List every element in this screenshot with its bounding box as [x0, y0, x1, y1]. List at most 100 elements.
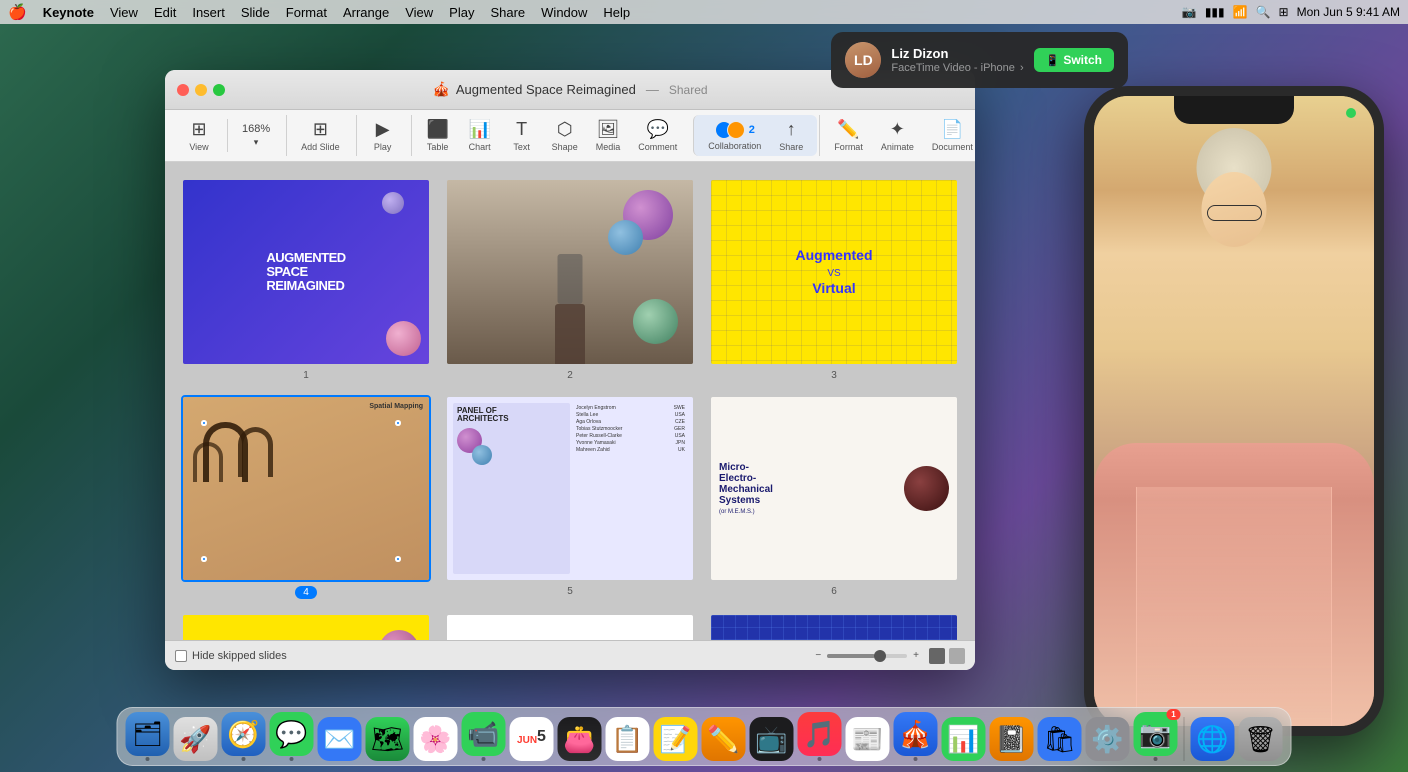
keynote-window: 🎪 Augmented Space Reimagined — Shared ⊞ … — [165, 70, 975, 670]
notes-icon: 📝 — [654, 717, 698, 761]
switch-button[interactable]: Switch — [1034, 48, 1114, 72]
dock-music[interactable]: 🎵 — [798, 712, 842, 761]
dock-appstore[interactable]: 🛍 — [1038, 717, 1082, 761]
menu-share[interactable]: Share — [482, 5, 533, 20]
toolbar-group-right: ✏️ Format ✦ Animate 📄 Document — [819, 115, 975, 156]
slide-7[interactable]: AUGO 7 — [181, 613, 431, 640]
person-face — [1202, 172, 1267, 247]
menu-slide[interactable]: Slide — [233, 5, 278, 20]
control-center-icon[interactable]: ⊞ — [1279, 5, 1289, 19]
menu-arrange[interactable]: Arrange — [335, 5, 397, 20]
dock-tv[interactable]: 📺 — [750, 717, 794, 761]
add-slide-icon: ⊞ — [313, 119, 328, 140]
menu-file[interactable]: View — [102, 5, 146, 20]
shape-button[interactable]: ⬡ Shape — [544, 115, 586, 156]
menu-insert[interactable]: Insert — [184, 5, 233, 20]
dock-launchpad[interactable]: 🚀 — [174, 717, 218, 761]
dock-maps[interactable]: 🗺 — [366, 717, 410, 761]
add-slide-button[interactable]: ⊞ Add Slide — [293, 115, 348, 156]
dock-facetime[interactable]: 📹 — [462, 712, 506, 761]
dock-news[interactable]: 📰 — [846, 717, 890, 761]
finder-dot — [146, 757, 150, 761]
slide-9[interactable]: PHYSICALAUGMENTEDVIRTUAL 9 — [709, 613, 959, 640]
dock-notes[interactable]: 📝 — [654, 717, 698, 761]
zoom-button[interactable]: 168% ▾ — [234, 119, 278, 152]
worldclock-icon: 🌐 — [1191, 717, 1235, 761]
dock-photos[interactable]: 🌸 — [414, 717, 458, 761]
table-icon: ⬛ — [426, 119, 448, 140]
wifi-icon[interactable]: 📶 — [1233, 5, 1248, 19]
dock-worldclock[interactable]: 🌐 — [1191, 717, 1235, 761]
zoom-minus-icon[interactable]: − — [815, 650, 821, 661]
slide-5[interactable]: PANEL OFARCHITECTS Jocelyn EngstromSWE S… — [445, 395, 695, 600]
maximize-button[interactable] — [213, 84, 225, 96]
dock-finder[interactable]: 🗂 — [126, 712, 170, 761]
dock-facetime2[interactable]: 📷 1 — [1134, 712, 1178, 761]
hide-skipped-checkbox[interactable] — [175, 650, 187, 662]
zoom-thumb[interactable] — [874, 650, 886, 662]
view-button[interactable]: ⊞ View — [179, 115, 219, 156]
dock-pages[interactable]: 📓 — [990, 717, 1034, 761]
minimize-button[interactable] — [195, 84, 207, 96]
format-button[interactable]: ✏️ Format — [826, 115, 871, 156]
dock-sysprefs[interactable]: ⚙️ — [1086, 717, 1130, 761]
document-button[interactable]: 📄 Document — [924, 115, 975, 156]
search-icon[interactable]: 🔍 — [1256, 5, 1271, 19]
slide-4[interactable]: Spatial Mapping 4 — [181, 395, 431, 600]
media-button[interactable]: 🖼 Media — [588, 115, 629, 156]
animate-button[interactable]: ✦ Animate — [873, 115, 922, 156]
dock-calendar[interactable]: JUN 5 — [510, 717, 554, 761]
dock-messages[interactable]: 💬 — [270, 712, 314, 761]
dock-safari[interactable]: 🧭 — [222, 712, 266, 761]
slide-6[interactable]: Micro-Electro-MechanicalSystems (or M.E.… — [709, 395, 959, 600]
close-button[interactable] — [177, 84, 189, 96]
text-button[interactable]: T Text — [502, 115, 542, 156]
play-button[interactable]: ▶ Play — [363, 115, 403, 156]
share-button[interactable]: ↑ Share — [771, 115, 811, 156]
collaboration-button[interactable]: 2 Collaboration — [700, 117, 769, 155]
slide-1[interactable]: AUGMENTEDSPACEREIMAGINED 1 — [181, 178, 431, 381]
facetime-info: Liz Dizon FaceTime Video - iPhone › — [891, 46, 1023, 74]
menu-format[interactable]: Format — [278, 5, 335, 20]
app-name[interactable]: Keynote — [35, 5, 102, 20]
text-icon: T — [516, 119, 527, 140]
menu-view[interactable]: View — [397, 5, 441, 20]
slide-3[interactable]: Augmented VS Virtual 3 — [709, 178, 959, 381]
pages-icon: 📓 — [990, 717, 1034, 761]
clock: Mon Jun 5 9:41 AM — [1297, 5, 1400, 19]
slide-8[interactable]: Layers of Augmentation PHYSICALAUGM — [445, 613, 695, 640]
menu-help[interactable]: Help — [595, 5, 638, 20]
animate-icon: ✦ — [890, 119, 905, 140]
safari-icon: 🧭 — [222, 712, 266, 756]
dock-mail[interactable]: ✉️ — [318, 717, 362, 761]
menu-edit[interactable]: Edit — [146, 5, 184, 20]
zoom-plus-icon[interactable]: + — [913, 650, 919, 661]
dock-keynote[interactable]: 🎪 — [894, 712, 938, 761]
dock-freeform[interactable]: ✏️ — [702, 717, 746, 761]
slides-grid: AUGMENTEDSPACEREIMAGINED 1 — [165, 162, 975, 640]
dock-reminders[interactable]: 📋 — [606, 717, 650, 761]
zoom-slider[interactable]: − + — [815, 650, 919, 661]
toolbar-group-collaboration: 2 Collaboration ↑ Share — [693, 115, 817, 156]
camera-icon[interactable]: 📷 — [1182, 5, 1197, 19]
dock-wallet[interactable]: 👛 — [558, 717, 602, 761]
slide-6-number: 6 — [831, 586, 837, 597]
table-button[interactable]: ⬛ Table — [418, 115, 458, 156]
facetime-avatar: LD — [845, 42, 881, 78]
menu-play[interactable]: Play — [441, 5, 482, 20]
chart-button[interactable]: 📊 Chart — [460, 115, 500, 156]
document-icon: 📄 — [941, 119, 963, 140]
zoom-track[interactable] — [827, 654, 907, 658]
menu-window[interactable]: Window — [533, 5, 595, 20]
hide-skipped-slides[interactable]: Hide skipped slides — [175, 650, 287, 662]
list-view-button[interactable] — [949, 648, 965, 664]
dock-trash[interactable]: 🗑 — [1239, 717, 1283, 761]
apple-menu[interactable]: 🍎 — [8, 3, 27, 21]
toolbar-group-insert: ⬛ Table 📊 Chart T Text ⬡ Shape 🖼 Media 💬 — [411, 115, 692, 156]
photos-icon: 🌸 — [414, 717, 458, 761]
grid-view-button[interactable] — [929, 648, 945, 664]
slide-2[interactable]: 2 — [445, 178, 695, 381]
dock-numbers[interactable]: 📊 — [942, 717, 986, 761]
call-type: FaceTime Video - iPhone › — [891, 62, 1023, 74]
comment-button[interactable]: 💬 Comment — [630, 115, 685, 156]
